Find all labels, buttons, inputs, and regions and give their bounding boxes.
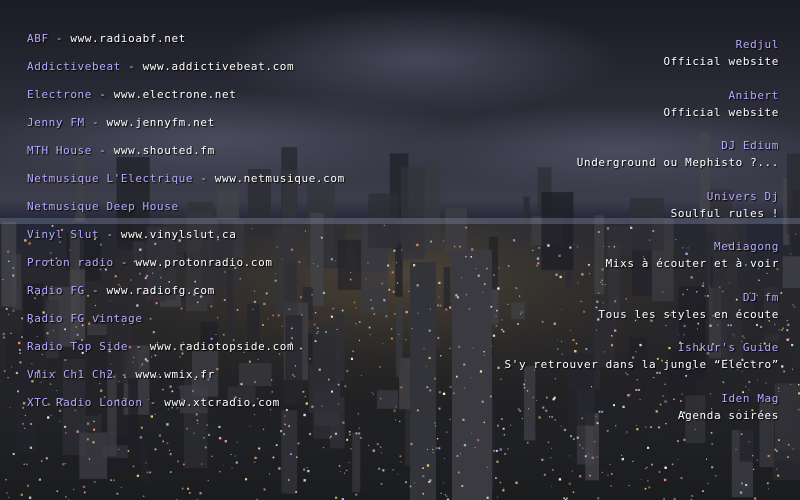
radio-link[interactable]: XTC Radio London - www.xtcradio.com xyxy=(27,395,447,423)
radio-link[interactable]: Vmix Ch1 Ch2 - www.wmix.fr xyxy=(27,367,447,395)
dj-link-item: Ishkur's Guide S'y retrouver dans la jung… xyxy=(419,340,779,391)
radio-link[interactable]: ABF - www.radioabf.net xyxy=(27,31,447,59)
dj-link-item: Mediagong Mixs à écouter et à voir xyxy=(419,239,779,290)
radio-link[interactable]: Radio Top Side - www.radiotopside.com xyxy=(27,339,447,367)
dj-link-description: Mixs à écouter et à voir xyxy=(605,257,779,270)
dj-link-description: Soulful rules ! xyxy=(670,206,779,220)
dj-link-description: Official website xyxy=(663,105,779,119)
dj-link-item: Iden Mag Agenda soirées xyxy=(419,391,779,442)
dj-link-description: S'y retrouver dans la jungle “Electro” xyxy=(504,358,779,371)
dj-link-item: DJ Edium Underground ou Mephisto ?... xyxy=(419,138,779,189)
dj-link-title[interactable]: Ishkur's Guide xyxy=(419,340,779,356)
dj-link-title[interactable]: DJ Edium xyxy=(419,138,779,154)
dj-link-description: Agenda soirées xyxy=(677,408,779,422)
dj-link-item: Redjul Official website xyxy=(419,37,779,88)
radio-links-list: ABF - www.radioabf.net Addictivebeat - w… xyxy=(27,31,447,423)
dj-link-item: Anibert Official website xyxy=(419,88,779,139)
dj-link-title[interactable]: Anibert xyxy=(419,88,779,104)
dj-link-title[interactable]: Iden Mag xyxy=(419,391,779,407)
radio-link[interactable]: Electrone - www.electrone.net xyxy=(27,87,447,115)
dj-link-title[interactable]: Redjul xyxy=(419,37,779,53)
dj-link-description: Underground ou Mephisto ?... xyxy=(576,156,779,169)
dj-link-item: DJ fm Tous les styles en écoute xyxy=(419,290,779,341)
dj-link-item: Univers Dj Soulful rules ! xyxy=(419,189,779,240)
radio-link[interactable]: Netmusique Deep House xyxy=(27,199,447,227)
radio-link[interactable]: Radio FG vintage xyxy=(27,311,447,339)
dj-link-description: Tous les styles en écoute xyxy=(598,307,779,321)
dj-link-title[interactable]: Mediagong xyxy=(419,239,779,255)
dj-link-title[interactable]: Univers Dj xyxy=(419,189,779,205)
dj-link-title[interactable]: DJ fm xyxy=(419,290,779,306)
dj-links-list: Redjul Official website Anibert Official w… xyxy=(419,37,779,441)
radio-link[interactable]: MTH House - www.shouted.fm xyxy=(27,143,447,171)
radio-link[interactable]: Jenny FM - www.jennyfm.net xyxy=(27,115,447,143)
radio-link[interactable]: Proton radio - www.protonradio.com xyxy=(27,255,447,283)
radio-link[interactable]: Netmusique L'Electrique - www.netmusique… xyxy=(27,171,447,199)
radio-link[interactable]: Addictivebeat - www.addictivebeat.com xyxy=(27,59,447,87)
radio-link[interactable]: Vinyl Slut - www.vinylslut.ca xyxy=(27,227,447,255)
dj-link-description: Official website xyxy=(663,55,779,68)
radio-link[interactable]: Radio FG - www.radiofg.com xyxy=(27,283,447,311)
